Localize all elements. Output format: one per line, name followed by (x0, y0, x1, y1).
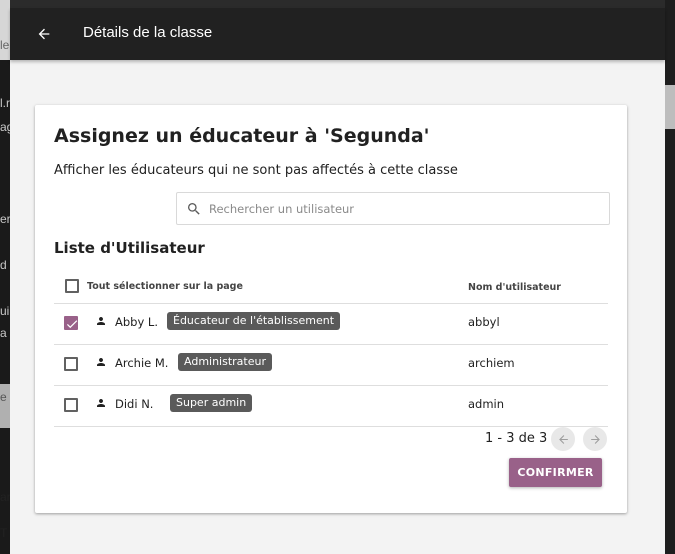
background-text-fragment: d (0, 258, 7, 272)
back-button[interactable] (32, 22, 56, 46)
check-icon (66, 320, 78, 329)
table-row[interactable]: Archie M. Administrateur archiem (54, 345, 608, 386)
select-all-checkbox[interactable] (65, 279, 79, 293)
background-text-fragment: l.r (0, 96, 10, 110)
modal-top-strip (10, 0, 665, 8)
person-icon (97, 358, 105, 366)
username-column-header: Nom d'utilisateur (468, 282, 561, 293)
role-badge: Administrateur (178, 353, 272, 371)
modal-app-bar: Détails de la classe (10, 8, 665, 60)
background-text-fragment: e (0, 390, 7, 404)
search-icon (188, 203, 200, 215)
table-row[interactable]: Abby L. Éducateur de l'établissement abb… (54, 304, 608, 345)
search-field (176, 192, 610, 225)
assign-coach-card: Assignez un éducateur à 'Segunda' Affich… (35, 105, 627, 513)
username: admin (468, 397, 505, 411)
select-all-label: Tout sélectionner sur la page (87, 281, 243, 292)
arrow-left-icon (38, 28, 50, 40)
arrow-right-icon (590, 434, 600, 444)
background-right-panel-block (665, 85, 675, 129)
background-text-fragment: ui (0, 304, 10, 318)
card-subtitle: Afficher les éducateurs qui ne sont pas … (54, 163, 458, 178)
role-badge: Éducateur de l'établissement (167, 312, 341, 330)
confirm-button[interactable]: CONFIRMER (509, 458, 602, 487)
person-icon (97, 399, 105, 407)
user-full-name: Abby L. (115, 315, 158, 329)
row-checkbox[interactable] (64, 316, 78, 330)
row-checkbox[interactable] (64, 398, 78, 412)
row-checkbox[interactable] (64, 357, 78, 371)
background-text-fragment: a (0, 326, 7, 340)
table-row[interactable]: Didi N. Super admin admin (54, 386, 608, 427)
background-text-fragment: T (0, 526, 8, 540)
next-page-button[interactable] (583, 427, 607, 451)
user-full-name: Archie M. (115, 356, 169, 370)
pagination-label: 1 - 3 de 3 (485, 431, 548, 446)
background-right-panel (665, 0, 675, 554)
user-list-title: Liste d'Utilisateur (54, 239, 205, 257)
arrow-left-icon (558, 434, 568, 444)
search-input[interactable] (209, 199, 599, 219)
user-full-name: Didi N. (115, 397, 154, 411)
table-header: Tout sélectionner sur la page Nom d'util… (54, 275, 608, 304)
username: archiem (468, 356, 515, 370)
card-title: Assignez un éducateur à 'Segunda' (54, 125, 430, 147)
person-icon (97, 317, 105, 325)
role-badge: Super admin (170, 394, 253, 412)
username: abbyl (468, 315, 500, 329)
background-text-fragment: le (0, 38, 10, 52)
page-title: Détails de la classe (83, 24, 213, 41)
previous-page-button[interactable] (551, 427, 575, 451)
